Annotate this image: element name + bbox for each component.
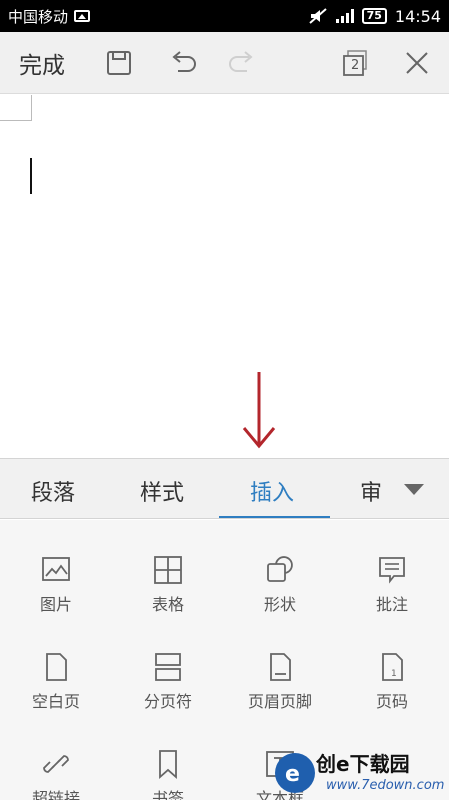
insert-comment-button[interactable]: 批注 [336, 555, 448, 615]
insert-image-button[interactable]: 图片 [0, 555, 112, 615]
hyperlink-icon [43, 755, 69, 773]
watermark-url: www.7edown.com [326, 778, 445, 793]
window-count: 2 [351, 58, 360, 73]
insert-page-number-button[interactable]: 1 页码 [336, 652, 448, 712]
svg-text:e: e [285, 762, 300, 787]
document-canvas[interactable] [0, 95, 449, 458]
page-number-icon: 1 [382, 653, 403, 681]
site-watermark: e 创e下载园 www.7edown.com [266, 748, 449, 800]
bookmark-icon [159, 750, 177, 779]
page-break-icon [155, 653, 181, 681]
annotation-arrow-icon [242, 372, 276, 449]
carrier-label: 中国移动 [8, 7, 69, 26]
image-icon [42, 557, 70, 581]
tab-paragraph[interactable]: 段落 [31, 475, 75, 507]
page-margin-corner [0, 95, 32, 121]
insert-shape-button[interactable]: 形状 [224, 555, 336, 615]
blank-page-icon [46, 653, 67, 681]
window-switch-button[interactable]: 2 [340, 48, 370, 78]
svg-text:1: 1 [391, 669, 397, 679]
table-icon [154, 556, 182, 584]
redo-icon[interactable] [228, 48, 258, 78]
save-icon[interactable] [104, 48, 134, 78]
text-cursor [30, 158, 32, 194]
comment-icon [379, 557, 405, 584]
done-button[interactable]: 完成 [0, 46, 90, 80]
status-bar: 中国移动 75 14:54 [0, 0, 449, 32]
insert-header-footer-button[interactable]: 页眉页脚 [224, 652, 336, 712]
active-tab-indicator [219, 516, 330, 518]
close-icon[interactable] [402, 48, 432, 78]
tab-style[interactable]: 样式 [140, 475, 184, 507]
battery-icon: 75 [361, 8, 387, 24]
insert-hyperlink-button[interactable]: 超链接 [0, 749, 112, 800]
insert-table-button[interactable]: 表格 [112, 555, 224, 615]
watermark-text: 创e下载园 [316, 752, 410, 776]
tab-insert[interactable]: 插入 [250, 475, 294, 507]
clock: 14:54 [394, 6, 441, 26]
mute-icon [308, 8, 327, 24]
shape-icon [267, 556, 293, 582]
insert-page-break-button[interactable]: 分页符 [112, 652, 224, 712]
signal-icon [335, 9, 354, 23]
ribbon-tab-bar: 段落 样式 插入 审 [0, 458, 449, 519]
undo-icon[interactable] [167, 48, 197, 78]
insert-blank-page-button[interactable]: 空白页 [0, 652, 112, 712]
insert-bookmark-button[interactable]: 书签 [112, 749, 224, 800]
chevron-down-icon[interactable] [404, 484, 424, 495]
editor-toolbar: 完成 2 [0, 32, 449, 94]
tab-review[interactable]: 审 [360, 475, 382, 507]
watermark-logo-icon: e [275, 753, 315, 793]
gallery-notification-icon [74, 10, 91, 22]
header-footer-icon [270, 653, 291, 681]
